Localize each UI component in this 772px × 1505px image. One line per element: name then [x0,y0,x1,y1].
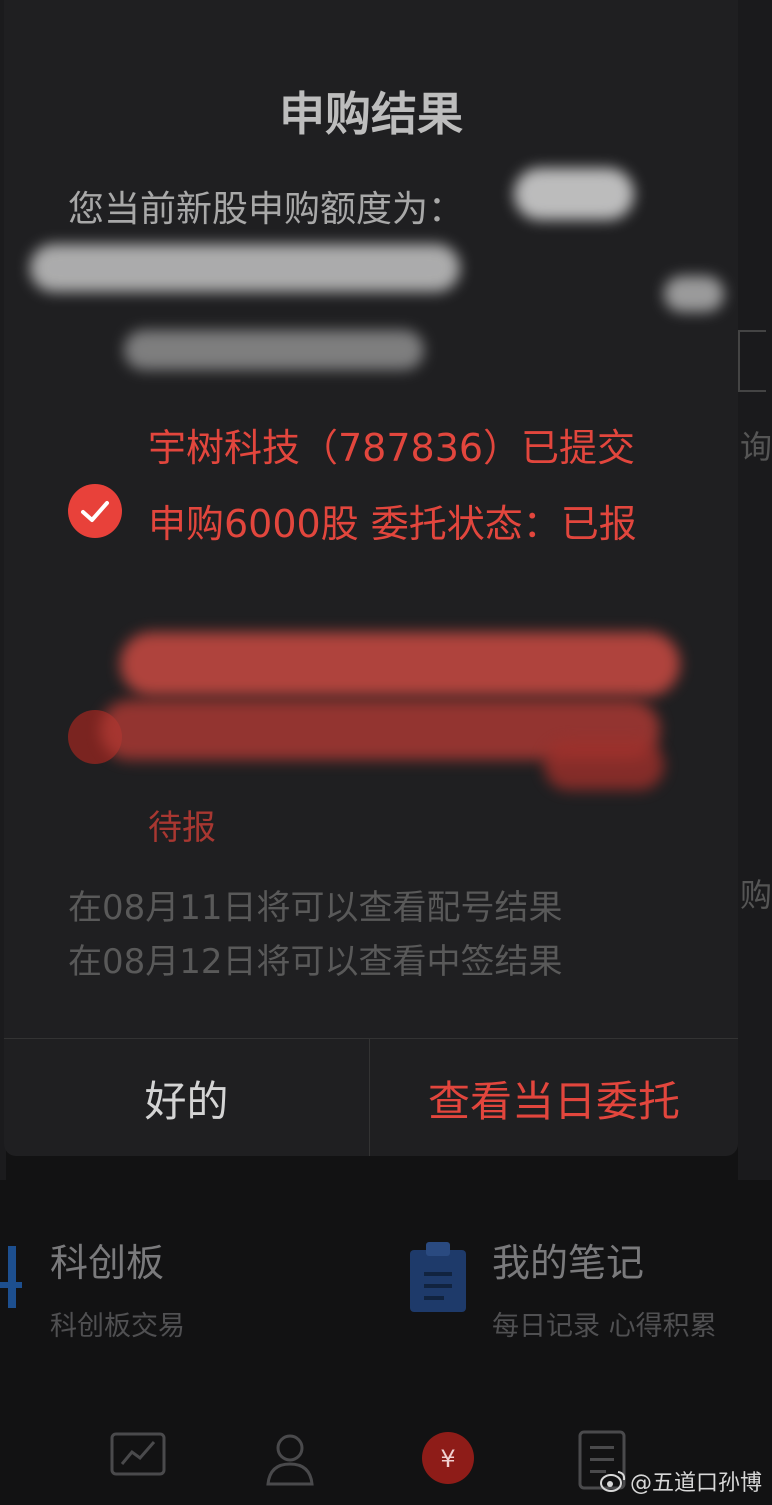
redaction-smudge [124,330,424,370]
quick-entry-subtitle: 每日记录 心得积累 [492,1311,717,1342]
quick-entry-subtitle: 科创板交易 [50,1311,185,1342]
background-right-edge [738,0,772,1180]
ok-button[interactable]: 好的 [4,1039,370,1156]
subscription-quota-label: 您当前新股申购额度为： [68,189,465,230]
tab-trade[interactable]: ¥ [420,1430,480,1500]
subscription-result-dialog: 申购结果 您当前新股申购额度为： 宇树科技（787836）已提交申购6000股 … [4,0,738,1156]
svg-text:¥: ¥ [440,1445,455,1473]
tab-watchlist[interactable] [262,1430,322,1500]
person-icon [266,1434,314,1486]
redaction-smudge [514,168,634,220]
redaction-smudge [544,740,664,790]
weibo-watermark: @五道口孙博 [599,1465,762,1497]
clipboard-icon [410,1242,466,1316]
dialog-footer: 好的 查看当日委托 [4,1038,738,1156]
winning-date-notice: 在08月12日将可以查看中签结果 [68,942,563,982]
quick-entry-title: 我的笔记 [492,1241,645,1285]
redaction-smudge [664,276,724,312]
kcb-icon [0,1242,22,1316]
background-right-field [738,330,766,392]
allotment-date-notice: 在08月11日将可以查看配号结果 [68,888,563,928]
success-check-icon [68,484,122,538]
background-ipo-fragment: 购 [739,876,772,914]
watermark-text: @五道口孙博 [629,1471,762,1496]
partial-status-text: 待报 [148,808,216,848]
subscription-result-message: 宇树科技（787836）已提交申购6000股 委托状态：已报 [148,426,637,546]
weibo-icon [599,1471,626,1492]
chart-icon [110,1432,166,1476]
background-query-fragment: 询 [739,428,772,466]
yen-icon: ¥ [422,1432,474,1484]
tab-market[interactable] [110,1430,170,1500]
redaction-smudge [30,244,460,292]
quick-entry-title: 科创板 [50,1241,165,1285]
dialog-title: 申购结果 [279,87,463,141]
view-today-orders-button[interactable]: 查看当日委托 [370,1039,738,1156]
redaction-smudge [120,632,680,696]
